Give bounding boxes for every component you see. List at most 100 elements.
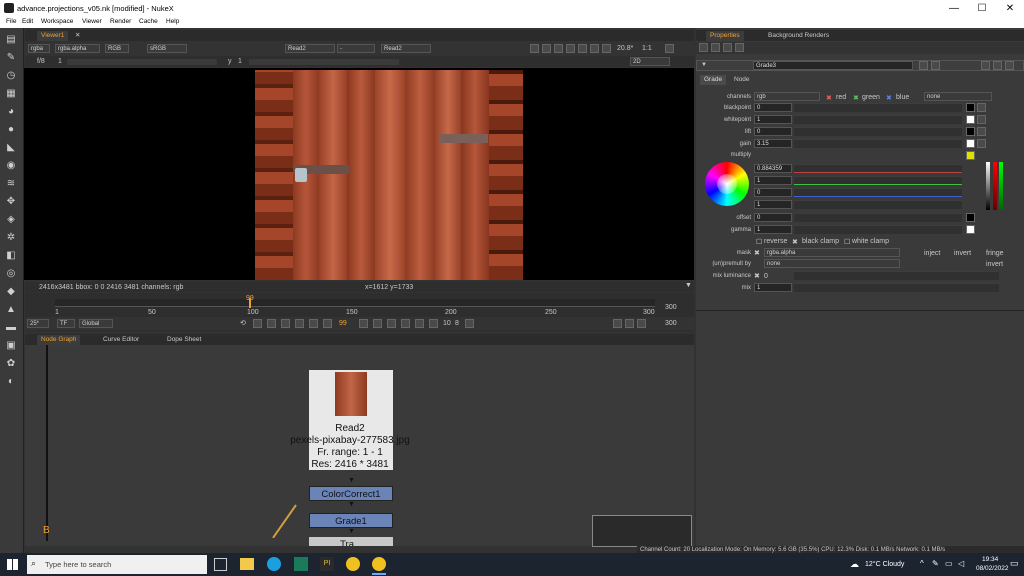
nuke-taskbar-icon[interactable] [372, 557, 386, 571]
color-wheel[interactable] [705, 162, 749, 206]
menu-help[interactable]: Help [166, 18, 179, 25]
multiply-a-slider[interactable] [794, 200, 962, 209]
particles-icon[interactable]: ✲ [5, 232, 17, 244]
mix-field[interactable]: 1 [754, 283, 792, 292]
color-picker-icon[interactable] [977, 139, 986, 148]
rgb-dropdown[interactable]: RGB [105, 44, 129, 53]
channels-select[interactable]: rgb [754, 92, 820, 101]
offset-slider[interactable] [794, 213, 962, 222]
menu-edit[interactable]: Edit [22, 18, 33, 25]
whitepoint-field[interactable]: 1 [754, 115, 792, 124]
tab-grade[interactable]: Grade [700, 75, 727, 85]
lut-dropdown[interactable]: sRGB [147, 44, 187, 53]
multiply-b-slider[interactable] [794, 188, 962, 197]
tab-properties[interactable]: Properties [706, 31, 744, 41]
network-icon[interactable]: ▭ [945, 559, 953, 568]
color-icon[interactable]: ◕ [5, 106, 17, 118]
lift-slider[interactable] [794, 127, 962, 136]
weather-text[interactable]: 12°C Cloudy [865, 561, 904, 568]
transform-node[interactable]: Tra... [309, 537, 393, 546]
node-name-field[interactable]: Grade3 [753, 61, 913, 70]
current-frame[interactable]: 99 [339, 320, 347, 327]
swatch-icon[interactable] [966, 127, 975, 136]
step-value[interactable]: 10 [443, 320, 451, 327]
menu-render[interactable]: Render [110, 18, 131, 25]
merge-icon[interactable]: ◉ [5, 160, 17, 172]
nuke-taskbar-icon[interactable] [346, 557, 360, 571]
time-icon[interactable]: ◷ [5, 70, 17, 82]
multiply-r-field[interactable]: 0.884359 [754, 164, 792, 173]
refresh-icon[interactable] [578, 44, 587, 53]
zoom-value[interactable]: 20.8* [617, 45, 633, 52]
mix-luminance-value[interactable]: 0 [764, 273, 768, 280]
gamma-prop-slider[interactable] [794, 225, 962, 234]
mask-select[interactable]: rgba.alpha [764, 248, 900, 257]
lock-icon[interactable] [590, 44, 599, 53]
multiply-g-field[interactable]: 1 [754, 176, 792, 185]
views-icon[interactable]: ◎ [5, 268, 17, 280]
tab-dope-sheet[interactable]: Dope Sheet [163, 335, 205, 345]
menu-cache[interactable]: Cache [139, 18, 158, 25]
close-button[interactable]: ✕ [996, 0, 1024, 17]
maximize-button[interactable]: ☐ [968, 0, 996, 17]
out-point-icon[interactable] [429, 319, 438, 328]
clear-panels-icon[interactable] [711, 43, 720, 52]
multiply-a-field[interactable]: 1 [754, 200, 792, 209]
black-clamp-check-icon[interactable]: ✖ [792, 238, 798, 246]
channel-icon[interactable]: ▦ [5, 88, 17, 100]
color-icon[interactable] [919, 61, 928, 70]
swatch-icon[interactable] [966, 213, 975, 222]
blackpoint-slider[interactable] [794, 103, 962, 112]
windows-start-icon[interactable] [7, 559, 18, 570]
color-picker-icon[interactable] [977, 103, 986, 112]
menu-workspace[interactable]: Workspace [41, 18, 73, 25]
deep-icon[interactable]: ◧ [5, 250, 17, 262]
swatch-icon[interactable] [966, 103, 975, 112]
flipbook-icon[interactable] [613, 319, 622, 328]
collapse-icon[interactable]: ▼ [701, 62, 707, 68]
taskbar-search[interactable]: ⌕ Type here to search [27, 555, 207, 574]
mix-luminance-slider[interactable] [794, 271, 999, 280]
filter-icon[interactable]: ● [5, 124, 17, 136]
tray-chevron-icon[interactable]: ^ [920, 559, 924, 568]
float-icon[interactable] [723, 43, 732, 52]
task-view-icon[interactable] [214, 558, 227, 571]
tab-node[interactable]: Node [730, 75, 754, 85]
multiply-b-field[interactable]: 0 [754, 188, 792, 197]
3d-icon[interactable]: ◈ [5, 214, 17, 226]
gain-value[interactable]: 1 [58, 58, 62, 65]
mix-luminance-check-icon[interactable]: ✖ [754, 272, 760, 280]
multiply-r-slider[interactable] [794, 164, 962, 173]
green-bar[interactable] [999, 162, 1003, 210]
ratio-value[interactable]: 1:1 [642, 45, 652, 52]
mix-slider[interactable] [794, 283, 999, 292]
overlay-icon[interactable] [542, 44, 551, 53]
red-bar[interactable] [993, 162, 997, 210]
gain-prop-field[interactable]: 3.15 [754, 139, 792, 148]
transform-icon[interactable]: ✥ [5, 196, 17, 208]
node-graph-canvas[interactable]: B Read2 pexels-pixabay-277583.jpg Fr. ra… [25, 345, 694, 547]
menu-viewer[interactable]: Viewer [82, 18, 102, 25]
fps-dropdown[interactable]: 25* [27, 319, 49, 328]
fullscreen-icon[interactable] [665, 44, 674, 53]
mask-check-icon[interactable]: ✖ [754, 249, 760, 257]
channels-dropdown[interactable]: rgba [28, 44, 50, 53]
prev-keyframe-icon[interactable] [281, 319, 290, 328]
blue-check-icon[interactable]: ✖ [886, 94, 892, 102]
timeline-track[interactable] [55, 299, 655, 307]
whitepoint-slider[interactable] [794, 115, 962, 124]
clip-warning-icon[interactable] [566, 44, 575, 53]
play-forward-icon[interactable] [359, 319, 368, 328]
offset-field[interactable]: 0 [754, 213, 792, 222]
prev-frame-icon[interactable] [309, 319, 318, 328]
gamma-value[interactable]: 1 [238, 58, 242, 65]
pycharm-icon[interactable]: PI [320, 557, 334, 571]
edit-icon[interactable] [735, 43, 744, 52]
multiply-g-slider[interactable] [794, 176, 962, 185]
in-point-icon[interactable] [253, 319, 262, 328]
roi-icon[interactable] [530, 44, 539, 53]
first-frame-icon[interactable] [267, 319, 276, 328]
help-icon[interactable] [981, 61, 990, 70]
swatch-icon[interactable] [966, 225, 975, 234]
color-picker-icon[interactable] [977, 115, 986, 124]
